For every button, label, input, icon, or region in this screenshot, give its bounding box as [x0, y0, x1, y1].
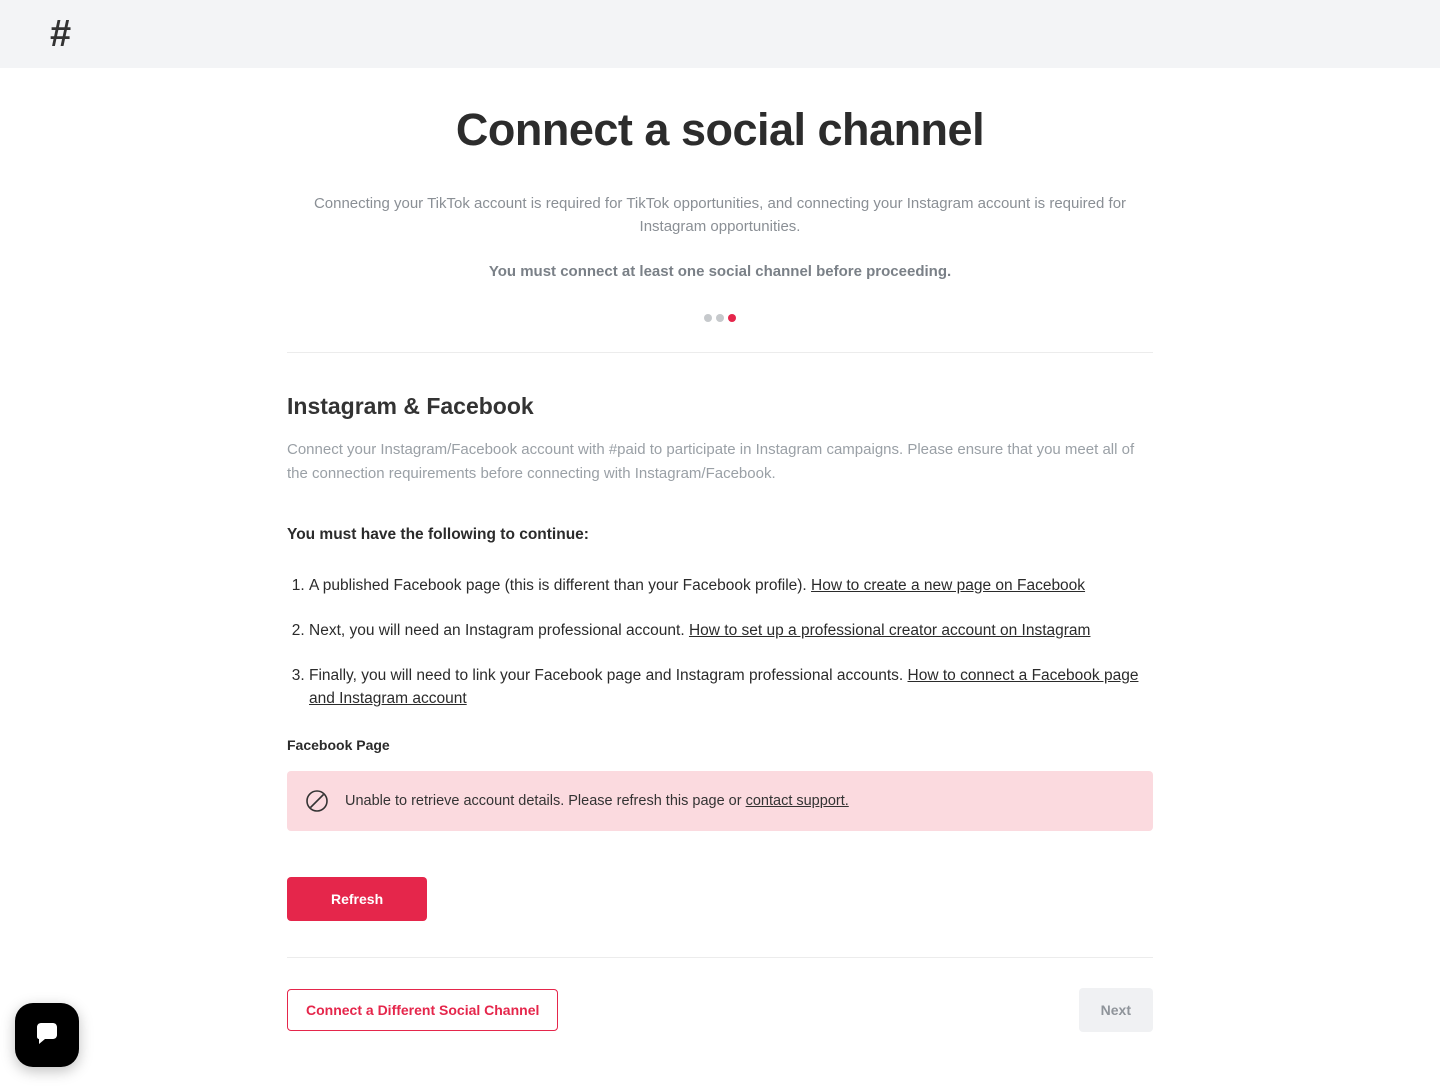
requirements-label: You must have the following to continue:	[287, 526, 1153, 544]
progress-dot-1	[704, 314, 712, 322]
requirements-list: A published Facebook page (this is diffe…	[287, 574, 1153, 711]
page-title: Connect a social channel	[287, 104, 1153, 156]
error-message: Unable to retrieve account details. Plea…	[345, 793, 849, 809]
next-button[interactable]: Next	[1079, 988, 1153, 1032]
requirement-link[interactable]: How to create a new page on Facebook	[811, 577, 1085, 594]
chat-icon	[31, 1017, 63, 1054]
intro-required-text: You must connect at least one social cha…	[287, 263, 1153, 280]
section-title: Instagram & Facebook	[287, 393, 1153, 420]
facebook-page-label: Facebook Page	[287, 737, 1153, 753]
requirement-text: Finally, you will need to link your Face…	[309, 667, 908, 684]
chat-launcher-button[interactable]	[15, 1003, 79, 1067]
footer-actions: Connect a Different Social Channel Next	[287, 988, 1153, 1032]
refresh-button[interactable]: Refresh	[287, 877, 427, 921]
section-description: Connect your Instagram/Facebook account …	[287, 438, 1153, 486]
progress-dot-3	[728, 314, 736, 322]
topbar: #	[0, 0, 1440, 68]
requirement-item: A published Facebook page (this is diffe…	[309, 574, 1153, 597]
requirement-text: Next, you will need an Instagram profess…	[309, 622, 689, 639]
logo-hash: #	[50, 13, 70, 56]
divider	[287, 352, 1153, 353]
progress-dots	[287, 314, 1153, 322]
forbidden-icon	[305, 789, 329, 813]
requirement-link[interactable]: How to set up a professional creator acc…	[689, 622, 1091, 639]
error-alert: Unable to retrieve account details. Plea…	[287, 771, 1153, 831]
requirement-item: Next, you will need an Instagram profess…	[309, 619, 1153, 642]
progress-dot-2	[716, 314, 724, 322]
intro-text: Connecting your TikTok account is requir…	[310, 192, 1130, 239]
contact-support-link[interactable]: contact support.	[746, 793, 849, 809]
connect-different-channel-button[interactable]: Connect a Different Social Channel	[287, 989, 558, 1031]
requirement-text: A published Facebook page (this is diffe…	[309, 577, 811, 594]
error-text: Unable to retrieve account details. Plea…	[345, 793, 746, 809]
divider	[287, 957, 1153, 958]
requirement-item: Finally, you will need to link your Face…	[309, 664, 1153, 711]
main-container: Connect a social channel Connecting your…	[287, 68, 1153, 1092]
